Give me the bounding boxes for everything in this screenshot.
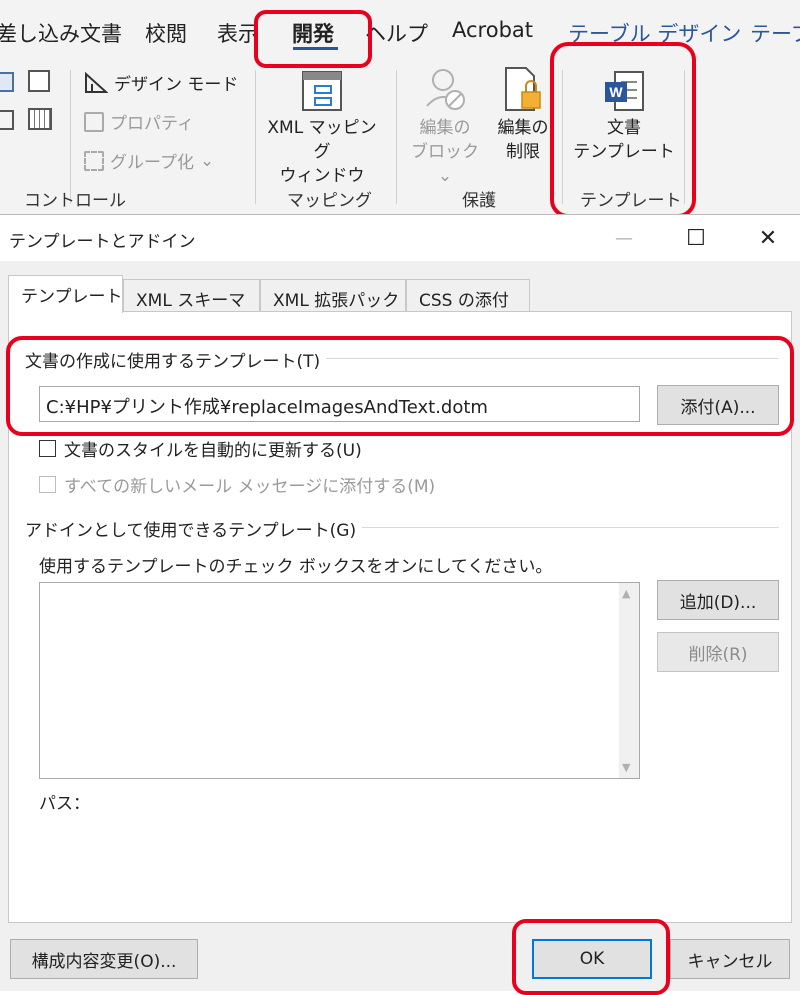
dialog-tabstrip: テンプレート XML スキーマ XML 拡張パック CSS の添付 bbox=[8, 275, 792, 313]
path-label: パス： bbox=[39, 794, 90, 814]
close-icon[interactable]: ✕ bbox=[748, 223, 788, 253]
date-picker-icon[interactable] bbox=[28, 108, 52, 130]
block-authors-icon bbox=[426, 69, 465, 110]
auto-update-styles-label: 文書のスタイルを自動的に更新する(U) bbox=[64, 441, 362, 461]
ok-button[interactable]: OK bbox=[532, 939, 652, 979]
addin-instruction-text: 使用するテンプレートのチェック ボックスをオンにしてください。 bbox=[39, 557, 553, 577]
tab-table-design[interactable]: テーブル デザイン bbox=[568, 18, 741, 48]
properties-button[interactable]: プロパティ bbox=[84, 109, 194, 134]
attach-to-all-email-checkbox[interactable] bbox=[39, 476, 56, 493]
attach-to-all-email-label: すべての新しいメール メッセージに添付する(M) bbox=[64, 477, 436, 497]
mapping-group-label: マッピング bbox=[287, 191, 372, 211]
xml-mapping-label-1: XML マッピング bbox=[267, 118, 377, 162]
tab-xml-schema[interactable]: XML スキーマ bbox=[123, 279, 260, 313]
template-group-label: テンプレート bbox=[580, 191, 682, 211]
restrict-editing-button[interactable]: 編集の 制限 bbox=[490, 66, 556, 164]
template-path-field[interactable]: C:¥HP¥プリント作成¥replaceImagesAndText.dotm bbox=[39, 386, 640, 422]
document-template-section-label: 文書の作成に使用するテンプレート(T) bbox=[25, 347, 327, 372]
word-icon: W bbox=[605, 71, 644, 111]
tab-templates[interactable]: テンプレート bbox=[8, 275, 123, 313]
ribbon-separator bbox=[684, 70, 685, 204]
tab-table-layout[interactable]: テーブ bbox=[750, 18, 800, 48]
maximize-icon[interactable]: ☐ bbox=[676, 223, 716, 253]
design-mode-icon bbox=[85, 71, 108, 93]
document-template-label-2: テンプレート bbox=[573, 142, 675, 162]
global-templates-section-label: アドインとして使用できるテンプレート(G) bbox=[25, 516, 363, 541]
tab-mailings[interactable]: 差し込み文書 bbox=[0, 18, 122, 48]
restrict-editing-label-2: 制限 bbox=[506, 142, 540, 162]
ribbon-separator bbox=[562, 70, 563, 204]
restrict-editing-icon bbox=[505, 67, 541, 111]
scroll-up-icon[interactable]: ▲ bbox=[622, 587, 630, 600]
attach-button[interactable]: 添付(A)... bbox=[657, 385, 779, 425]
document-template-label-1: 文書 bbox=[607, 118, 641, 138]
picture-control-icon[interactable] bbox=[0, 72, 14, 92]
tab-developer[interactable]: 開発 bbox=[292, 18, 334, 48]
tab-review[interactable]: 校閲 bbox=[145, 18, 187, 48]
building-block-icon[interactable] bbox=[28, 70, 50, 92]
block-authors-label-1: 編集の bbox=[419, 118, 471, 138]
ribbon-tab-bar: 差し込み文書 校閲 表示 開発 ヘルプ Acrobat テーブル デザイン テー… bbox=[0, 0, 800, 62]
attach-to-all-email-option[interactable]: すべての新しいメール メッセージに添付する(M) bbox=[39, 472, 435, 497]
scroll-down-icon[interactable]: ▼ bbox=[622, 761, 630, 774]
svg-text:W: W bbox=[609, 84, 623, 100]
templates-tab-panel: 文書の作成に使用するテンプレート(T) C:¥HP¥プリント作成¥replace… bbox=[6, 311, 794, 923]
auto-update-styles-option[interactable]: 文書のスタイルを自動的に更新する(U) bbox=[39, 436, 362, 461]
templates-and-addins-dialog: テンプレートとアドイン — ☐ ✕ テンプレート XML スキーマ XML 拡張… bbox=[0, 214, 800, 995]
cancel-button[interactable]: キャンセル bbox=[670, 939, 790, 979]
properties-label: プロパティ bbox=[110, 114, 194, 134]
group-button[interactable]: グループ化 ⌄ bbox=[84, 148, 214, 173]
organizer-button[interactable]: 構成内容変更(O)... bbox=[10, 939, 198, 979]
restrict-editing-label-1: 編集の bbox=[497, 118, 549, 138]
list-scrollbar[interactable]: ▲ ▼ bbox=[619, 583, 639, 778]
combo-box-icon[interactable] bbox=[0, 110, 14, 130]
dialog-titlebar: テンプレートとアドイン — ☐ ✕ bbox=[0, 215, 800, 261]
ribbon-separator bbox=[255, 70, 256, 204]
block-authors-button[interactable]: 編集の ブロック ⌄ bbox=[404, 66, 486, 188]
properties-icon bbox=[84, 111, 104, 132]
group-icon bbox=[84, 150, 104, 171]
xml-mapping-label-2: ウィンドウ bbox=[279, 166, 365, 186]
ribbon: 差し込み文書 校閲 表示 開発 ヘルプ Acrobat テーブル デザイン テー… bbox=[0, 0, 800, 218]
xml-mapping-icon bbox=[302, 71, 342, 111]
group-label: グループ化 bbox=[110, 153, 194, 173]
active-tab-underline bbox=[293, 47, 338, 50]
ribbon-separator bbox=[70, 70, 71, 204]
tab-view[interactable]: 表示 bbox=[217, 18, 259, 48]
global-templates-list[interactable]: ▲ ▼ bbox=[39, 582, 640, 779]
minimize-icon[interactable]: — bbox=[604, 223, 644, 253]
add-template-button[interactable]: 追加(D)... bbox=[657, 580, 779, 620]
tab-xml-expansion-packs[interactable]: XML 拡張パック bbox=[260, 279, 406, 313]
xml-mapping-pane-button[interactable]: XML マッピング ウィンドウ bbox=[262, 70, 382, 188]
ribbon-separator bbox=[396, 70, 397, 204]
tab-acrobat[interactable]: Acrobat bbox=[452, 18, 533, 42]
dialog-title: テンプレートとアドイン bbox=[9, 232, 196, 252]
protect-group-label: 保護 bbox=[462, 191, 496, 211]
design-mode-button[interactable]: デザイン モード bbox=[84, 70, 238, 95]
controls-group-label: コントロール bbox=[24, 191, 126, 211]
block-authors-label-2: ブロック ⌄ bbox=[411, 142, 479, 186]
remove-template-button[interactable]: 削除(R) bbox=[657, 632, 779, 672]
tab-linked-css[interactable]: CSS の添付 bbox=[406, 279, 530, 313]
auto-update-styles-checkbox[interactable] bbox=[39, 440, 56, 457]
document-template-button[interactable]: W 文書 テンプレート bbox=[572, 70, 676, 164]
group-chevron-icon: ⌄ bbox=[199, 150, 215, 171]
tab-help[interactable]: ヘルプ bbox=[365, 18, 428, 48]
design-mode-label: デザイン モード bbox=[114, 75, 239, 95]
